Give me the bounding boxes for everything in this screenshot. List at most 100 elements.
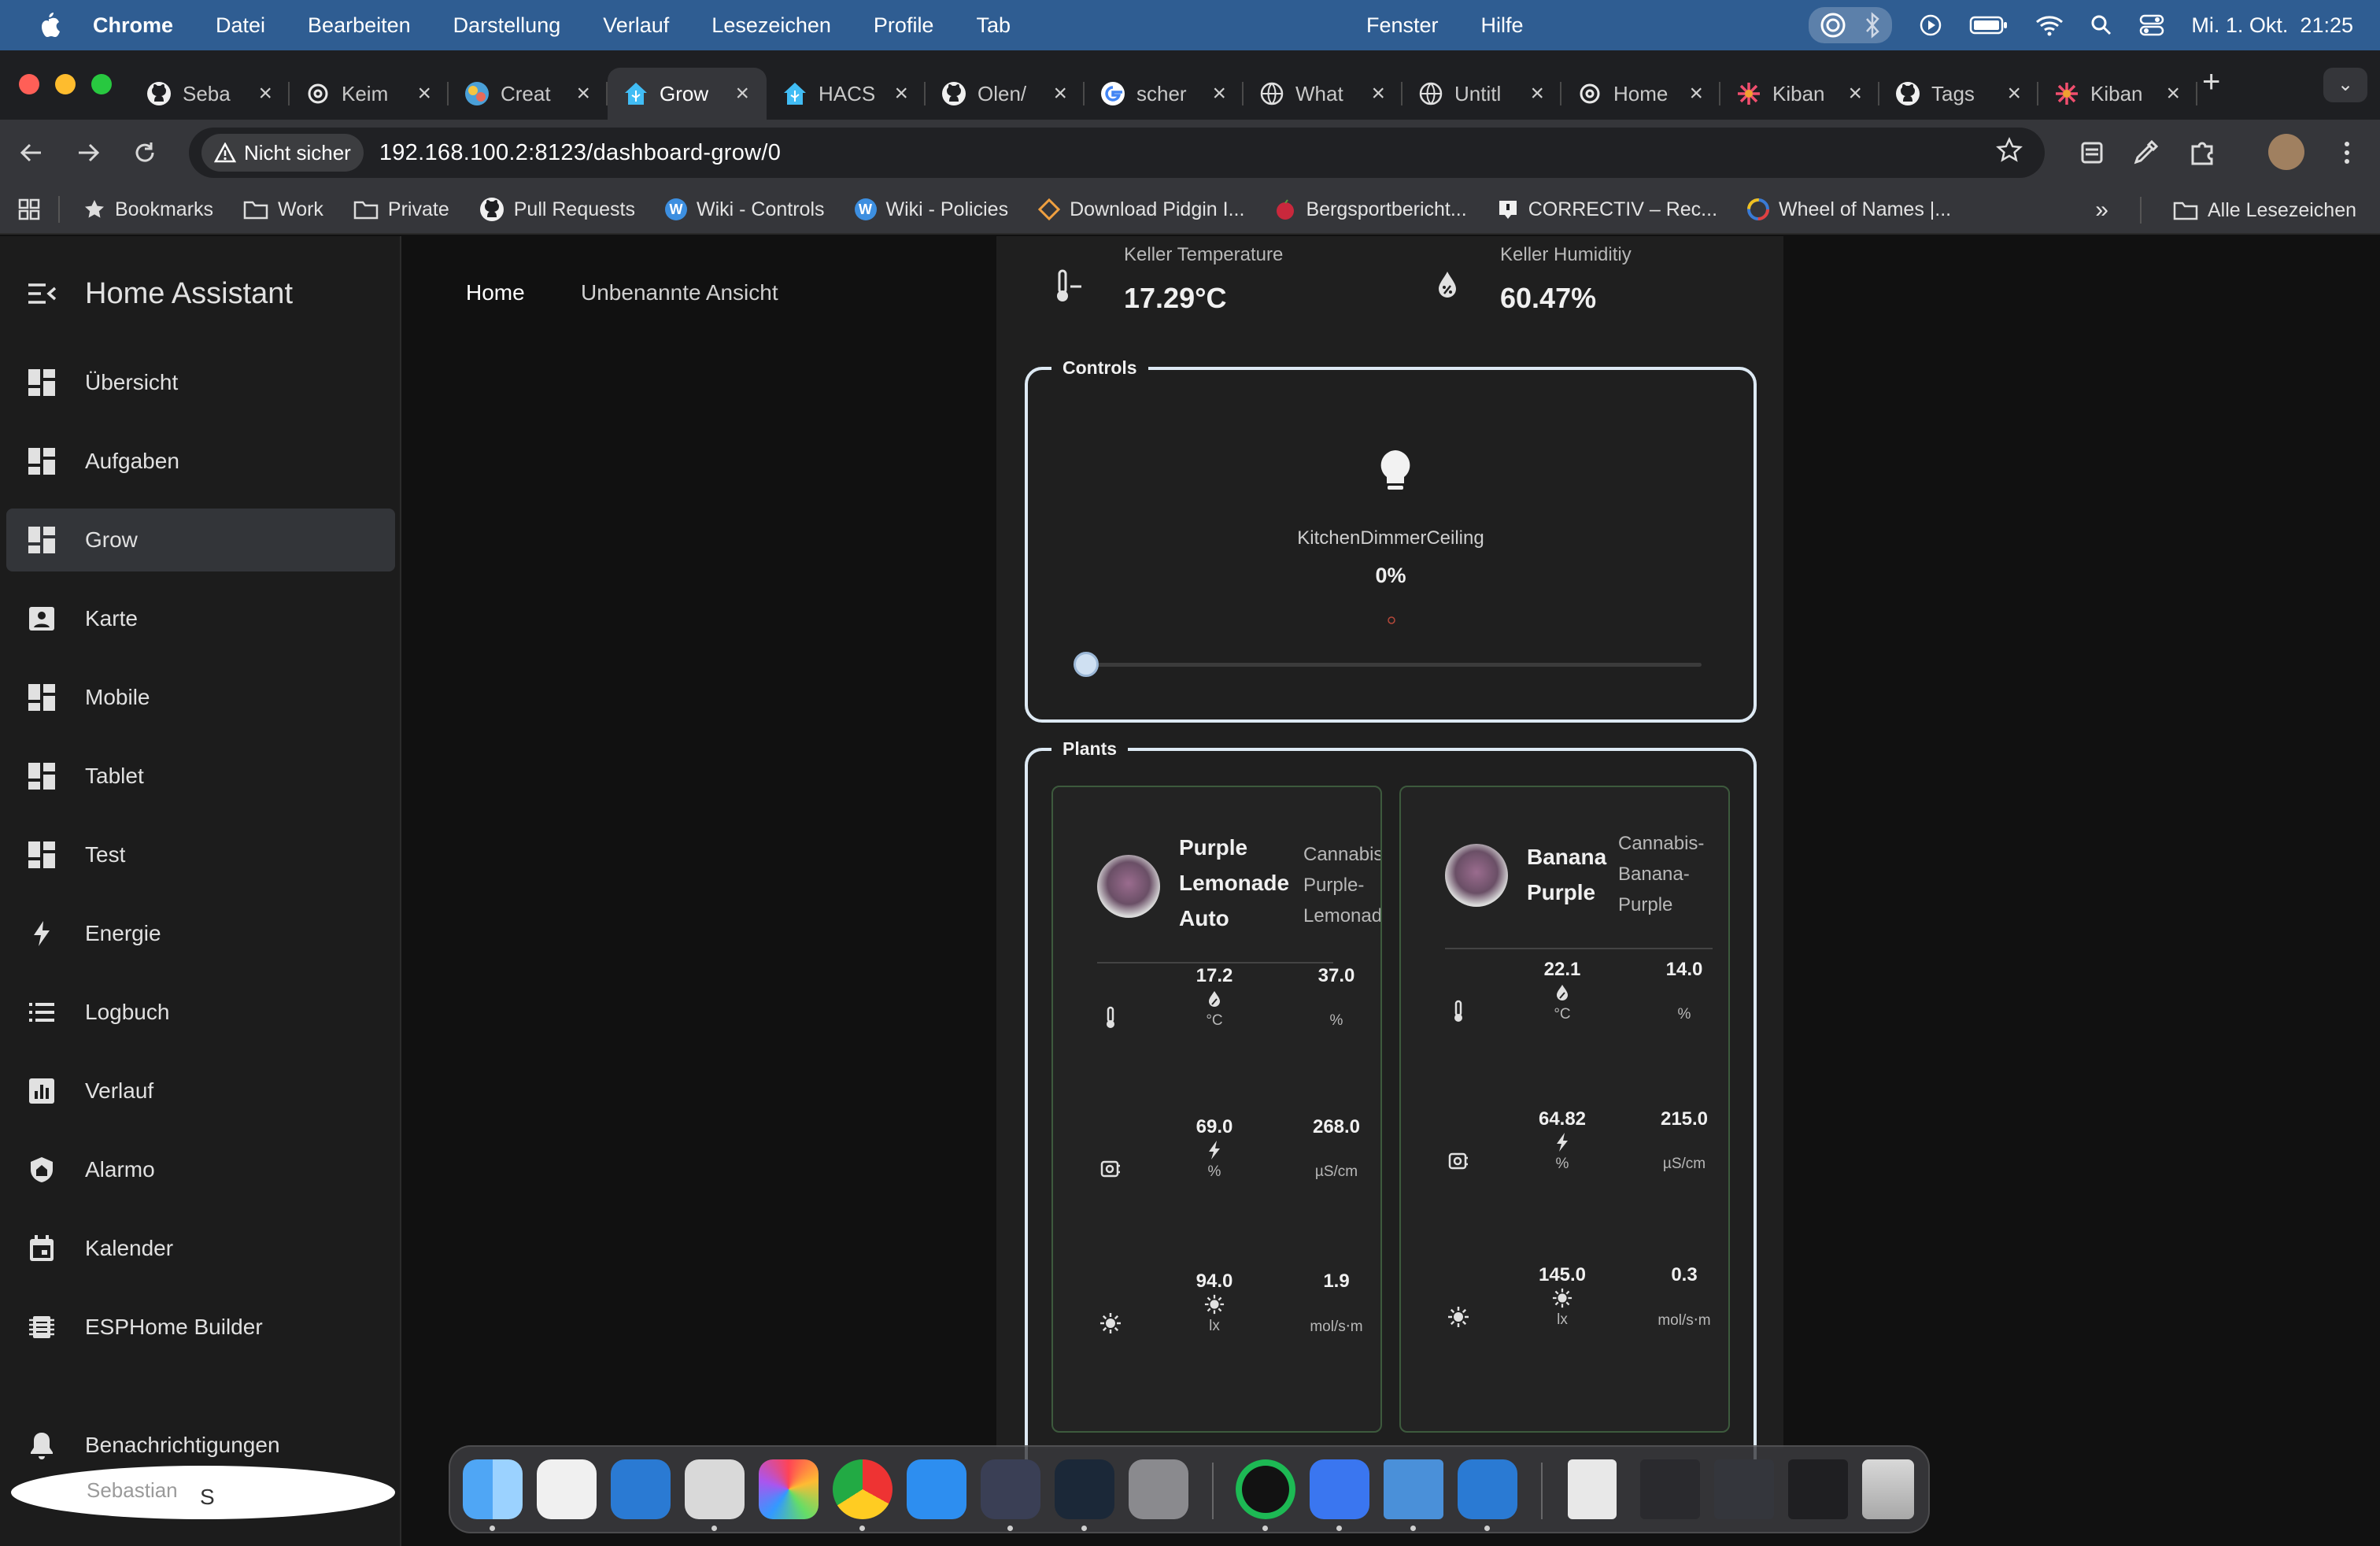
close-tab-icon[interactable]: × (2007, 80, 2021, 107)
browser-tab[interactable]: HACS × (767, 68, 926, 120)
sidebar-item-verlauf[interactable]: Verlauf (6, 1060, 395, 1123)
menubar-clock[interactable]: Mi. 1. Okt. 21:25 (2191, 13, 2353, 38)
close-tab-icon[interactable]: × (1212, 80, 1226, 107)
browser-tab[interactable]: Tags × (1879, 68, 2038, 120)
url-text[interactable]: 192.168.100.2:8123/dashboard-grow/0 (379, 140, 781, 166)
browser-tab[interactable]: Olen/ × (926, 68, 1085, 120)
menu-tab[interactable]: Tab (976, 13, 1011, 38)
browser-tab[interactable]: Kiban × (1720, 68, 1879, 120)
chrome-menu-icon[interactable] (2331, 137, 2363, 168)
sidebar-item-grow[interactable]: Grow (6, 509, 395, 571)
bookmark-item[interactable]: CORRECTIV – Rec... (1497, 198, 1717, 221)
bookmark-item[interactable]: Download Pidgin I... (1038, 198, 1244, 221)
window-close-button[interactable] (19, 74, 39, 94)
tab-search-button[interactable]: ⌄ (2323, 68, 2367, 102)
sidebar-user-profile[interactable]: Sebastian S (11, 1466, 395, 1519)
bookmark-item[interactable]: Wheel of Names |... (1747, 198, 1951, 221)
bookmark-item[interactable]: Pull Requests (479, 197, 635, 222)
plant-card[interactable]: Purple Lemonade Auto Cannabis- Purple- Lemona… (1051, 786, 1382, 1433)
setapp-status-icon[interactable] (1820, 12, 1846, 39)
browser-tab[interactable]: Seba × (131, 68, 290, 120)
chrome-dock-icon[interactable] (833, 1459, 893, 1519)
brightness-slider-thumb[interactable] (1074, 652, 1099, 677)
bookmark-item[interactable]: Bookmarks (83, 198, 213, 221)
menu-lesezeichen[interactable]: Lesezeichen (711, 13, 831, 38)
new-tab-button[interactable]: + (2202, 65, 2220, 100)
sidebar-item-logbuch[interactable]: Logbuch (6, 981, 395, 1044)
bluetooth-status-icon[interactable] (1864, 12, 1881, 39)
sidebar-item--bersicht[interactable]: Übersicht (6, 351, 395, 414)
profile-avatar[interactable] (2268, 134, 2304, 170)
browser-tab[interactable]: Kiban × (2038, 68, 2197, 120)
minimized-window-icon[interactable] (1714, 1459, 1774, 1519)
menu-bearbeiten[interactable]: Bearbeiten (308, 13, 411, 38)
menu-darstellung[interactable]: Darstellung (453, 13, 561, 38)
more-bookmarks-chevron-icon[interactable]: » (2095, 197, 2108, 224)
system-settings-icon[interactable] (1129, 1459, 1188, 1519)
eyedropper-icon[interactable] (2130, 137, 2161, 168)
wifi-icon[interactable] (2035, 14, 2064, 36)
trash-icon[interactable] (1862, 1459, 1914, 1519)
close-tab-icon[interactable]: × (1371, 80, 1385, 107)
signal-icon[interactable] (1310, 1459, 1369, 1519)
menu-datei[interactable]: Datei (216, 13, 265, 38)
back-arrow-icon[interactable] (19, 140, 44, 165)
spotify-icon[interactable] (1236, 1459, 1295, 1519)
sidebar-item-alarmo[interactable]: Alarmo (6, 1138, 395, 1201)
sidebar-item-aufgaben[interactable]: Aufgaben (6, 430, 395, 493)
menu-hilfe[interactable]: Hilfe (1481, 13, 1524, 38)
close-tab-icon[interactable]: × (1053, 80, 1067, 107)
launchpad-icon[interactable] (537, 1459, 597, 1519)
menu-open-icon[interactable] (27, 282, 57, 305)
sidebar-item-kalender[interactable]: Kalender (6, 1217, 395, 1280)
vscode-icon[interactable] (611, 1459, 671, 1519)
close-tab-icon[interactable]: × (735, 80, 749, 107)
minimized-window-icon[interactable] (1640, 1459, 1700, 1519)
close-tab-icon[interactable]: × (894, 80, 908, 107)
bookmark-item[interactable]: Bergsportbericht... (1274, 198, 1467, 221)
minimized-window-icon[interactable] (1788, 1459, 1848, 1519)
browser-tab[interactable]: Grow × (608, 68, 767, 120)
finder-icon[interactable] (463, 1459, 523, 1519)
browser-tab[interactable]: Untitl × (1402, 68, 1561, 120)
bookmark-item[interactable]: W Wiki - Policies (854, 198, 1008, 221)
app-store-icon[interactable] (907, 1459, 966, 1519)
apple-logo-icon[interactable] (36, 12, 61, 39)
sidebar-item-energie[interactable]: Energie (6, 902, 395, 965)
close-tab-icon[interactable]: × (576, 80, 590, 107)
bookmark-item[interactable]: Private (353, 198, 449, 221)
all-bookmarks-button[interactable]: Alle Lesezeichen (2173, 199, 2356, 222)
forward-arrow-icon[interactable] (76, 140, 101, 165)
menu-verlauf[interactable]: Verlauf (603, 13, 669, 38)
lightbulb-icon[interactable] (1377, 449, 1414, 494)
vscode-insiders-icon[interactable] (1458, 1459, 1517, 1519)
browser-tab[interactable]: Creat × (449, 68, 608, 120)
view-tab-unnamed[interactable]: Unbenannte Ansicht (581, 280, 778, 305)
menu-profile[interactable]: Profile (874, 13, 934, 38)
reload-icon[interactable] (132, 140, 157, 165)
browser-tab[interactable]: scher × (1085, 68, 1244, 120)
window-minimize-button[interactable] (55, 74, 76, 94)
close-tab-icon[interactable]: × (417, 80, 431, 107)
battery-icon[interactable] (1969, 15, 2009, 35)
browser-tab[interactable]: What × (1244, 68, 1402, 120)
brightness-slider-track[interactable] (1088, 663, 1702, 667)
browser-tab[interactable]: Home × (1561, 68, 1720, 120)
sidebar-item-test[interactable]: Test (6, 823, 395, 886)
bookmark-item[interactable]: W Wiki - Controls (664, 198, 825, 221)
bookmark-star-icon[interactable] (1996, 137, 2023, 164)
sidebar-item-mobile[interactable]: Mobile (6, 666, 395, 729)
control-center-icon[interactable] (2139, 14, 2164, 36)
menu-app-name[interactable]: Chrome (93, 13, 173, 38)
sidebar-item-karte[interactable]: Karte (6, 587, 395, 650)
view-tab-home[interactable]: Home (466, 280, 525, 305)
status-pill[interactable] (1809, 7, 1893, 43)
play-status-icon[interactable] (1919, 13, 1942, 37)
close-tab-icon[interactable]: × (1848, 80, 1862, 107)
steam-icon[interactable] (1055, 1459, 1114, 1519)
close-tab-icon[interactable]: × (1689, 80, 1703, 107)
extension-icon-1[interactable] (2076, 137, 2108, 168)
plant-card[interactable]: Banana Purple Cannabis- Banana- Purple 22.1 °C… (1399, 786, 1730, 1433)
apps-grid-icon[interactable] (17, 198, 41, 221)
window-zoom-button[interactable] (91, 74, 112, 94)
